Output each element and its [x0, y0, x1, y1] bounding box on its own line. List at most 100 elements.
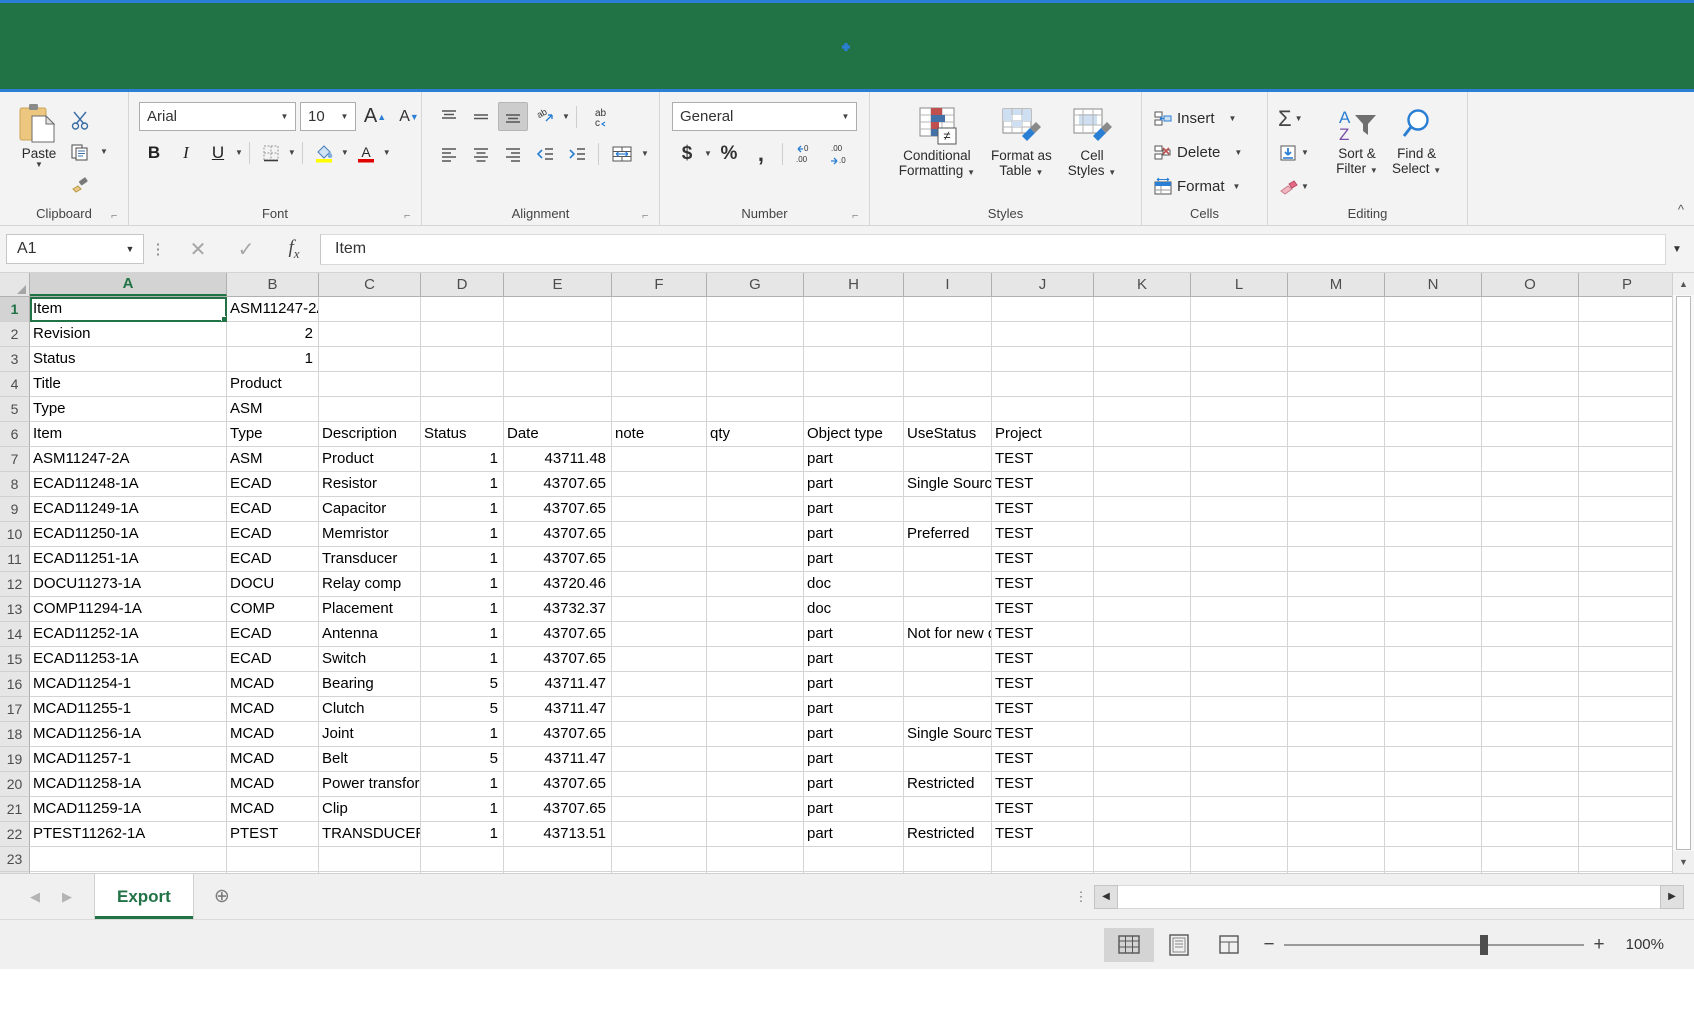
- cell-H11[interactable]: part: [804, 547, 904, 572]
- cell-D21[interactable]: 1: [421, 797, 504, 822]
- delete-dropdown-caret[interactable]: ▼: [1234, 148, 1242, 157]
- cell-J20[interactable]: TEST: [992, 772, 1094, 797]
- cell-A2[interactable]: Revision: [30, 322, 227, 347]
- row-header-13[interactable]: 13: [0, 597, 30, 622]
- fill-button[interactable]: ▼: [1274, 136, 1328, 169]
- column-header-m[interactable]: M: [1288, 273, 1385, 296]
- format-dropdown-caret[interactable]: ▼: [1233, 182, 1241, 191]
- underline-button[interactable]: U: [203, 138, 233, 167]
- page-break-preview-button[interactable]: [1204, 928, 1254, 962]
- horizontal-scrollbar[interactable]: ◀ ▶: [1094, 874, 1694, 919]
- cell-P12[interactable]: [1579, 572, 1672, 597]
- cell-K19[interactable]: [1094, 747, 1191, 772]
- insert-function-icon[interactable]: fx: [270, 237, 318, 262]
- cell-F18[interactable]: [612, 722, 707, 747]
- cell-K9[interactable]: [1094, 497, 1191, 522]
- cell-K8[interactable]: [1094, 472, 1191, 497]
- cell-E8[interactable]: 43707.65: [504, 472, 612, 497]
- cell-H2[interactable]: [804, 322, 904, 347]
- column-header-l[interactable]: L: [1191, 273, 1288, 296]
- cell-I5[interactable]: [904, 397, 992, 422]
- cell-P5[interactable]: [1579, 397, 1672, 422]
- cell-J17[interactable]: TEST: [992, 697, 1094, 722]
- cell-P9[interactable]: [1579, 497, 1672, 522]
- align-right-button[interactable]: [498, 139, 528, 168]
- cell-C11[interactable]: Transducer: [319, 547, 421, 572]
- cell-N17[interactable]: [1385, 697, 1482, 722]
- cell-M4[interactable]: [1288, 372, 1385, 397]
- cell-L16[interactable]: [1191, 672, 1288, 697]
- cell-M20[interactable]: [1288, 772, 1385, 797]
- paste-button[interactable]: Paste ▼: [10, 102, 68, 169]
- format-painter-button[interactable]: [70, 170, 108, 198]
- cell-A12[interactable]: DOCU11273-1A: [30, 572, 227, 597]
- number-format-combo[interactable]: General ▼: [672, 102, 857, 131]
- cell-C1[interactable]: [319, 297, 421, 322]
- cell-J24[interactable]: [992, 872, 1094, 873]
- zoom-in-button[interactable]: +: [1584, 934, 1614, 956]
- row-header-11[interactable]: 11: [0, 547, 30, 572]
- cell-O17[interactable]: [1482, 697, 1579, 722]
- cell-B18[interactable]: MCAD: [227, 722, 319, 747]
- formula-input[interactable]: Item: [320, 233, 1666, 265]
- cell-K13[interactable]: [1094, 597, 1191, 622]
- cell-G9[interactable]: [707, 497, 804, 522]
- comma-style-button[interactable]: ,: [746, 139, 776, 168]
- cell-C21[interactable]: Clip: [319, 797, 421, 822]
- cell-K4[interactable]: [1094, 372, 1191, 397]
- cell-F9[interactable]: [612, 497, 707, 522]
- cell-K5[interactable]: [1094, 397, 1191, 422]
- cell-E23[interactable]: [504, 847, 612, 872]
- cell-B7[interactable]: ASM: [227, 447, 319, 472]
- cell-F12[interactable]: [612, 572, 707, 597]
- cell-M5[interactable]: [1288, 397, 1385, 422]
- cell-M23[interactable]: [1288, 847, 1385, 872]
- cell-A4[interactable]: Title: [30, 372, 227, 397]
- cell-C12[interactable]: Relay comp: [319, 572, 421, 597]
- cell-E3[interactable]: [504, 347, 612, 372]
- cell-B24[interactable]: [227, 872, 319, 873]
- cell-I2[interactable]: [904, 322, 992, 347]
- cell-I19[interactable]: [904, 747, 992, 772]
- cell-D4[interactable]: [421, 372, 504, 397]
- row-header-3[interactable]: 3: [0, 347, 30, 372]
- cell-G2[interactable]: [707, 322, 804, 347]
- cell-L17[interactable]: [1191, 697, 1288, 722]
- cell-A13[interactable]: COMP11294-1A: [30, 597, 227, 622]
- cell-N23[interactable]: [1385, 847, 1482, 872]
- cell-C22[interactable]: TRANSDUCER: [319, 822, 421, 847]
- font-size-combo[interactable]: 10 ▼: [300, 102, 356, 131]
- cell-O16[interactable]: [1482, 672, 1579, 697]
- cell-E11[interactable]: 43707.65: [504, 547, 612, 572]
- cell-D9[interactable]: 1: [421, 497, 504, 522]
- cell-H16[interactable]: part: [804, 672, 904, 697]
- cell-N16[interactable]: [1385, 672, 1482, 697]
- number-format-caret-icon[interactable]: ▼: [837, 112, 854, 121]
- align-bottom-button[interactable]: [498, 102, 528, 131]
- cell-A19[interactable]: MCAD11257-1: [30, 747, 227, 772]
- cell-B5[interactable]: ASM: [227, 397, 319, 422]
- cell-J22[interactable]: TEST: [992, 822, 1094, 847]
- find-select-dropdown-caret[interactable]: ▼: [1433, 166, 1441, 175]
- cell-G1[interactable]: [707, 297, 804, 322]
- row-header-20[interactable]: 20: [0, 772, 30, 797]
- cell-N22[interactable]: [1385, 822, 1482, 847]
- cell-H14[interactable]: part: [804, 622, 904, 647]
- row-header-5[interactable]: 5: [0, 397, 30, 422]
- cell-C7[interactable]: Product: [319, 447, 421, 472]
- cell-I15[interactable]: [904, 647, 992, 672]
- cell-D10[interactable]: 1: [421, 522, 504, 547]
- cell-K24[interactable]: [1094, 872, 1191, 873]
- cell-I3[interactable]: [904, 347, 992, 372]
- cell-styles-dropdown-caret[interactable]: ▼: [1108, 168, 1116, 177]
- cell-H21[interactable]: part: [804, 797, 904, 822]
- cancel-edit-icon[interactable]: ✕: [174, 237, 222, 262]
- clear-button[interactable]: ▼: [1274, 170, 1328, 203]
- cell-G13[interactable]: [707, 597, 804, 622]
- cell-L24[interactable]: [1191, 872, 1288, 873]
- page-layout-view-button[interactable]: [1154, 928, 1204, 962]
- cell-M19[interactable]: [1288, 747, 1385, 772]
- cell-G16[interactable]: [707, 672, 804, 697]
- copy-dropdown-caret[interactable]: ▼: [100, 148, 108, 156]
- find-select-button[interactable]: Find & Select ▼: [1386, 102, 1447, 180]
